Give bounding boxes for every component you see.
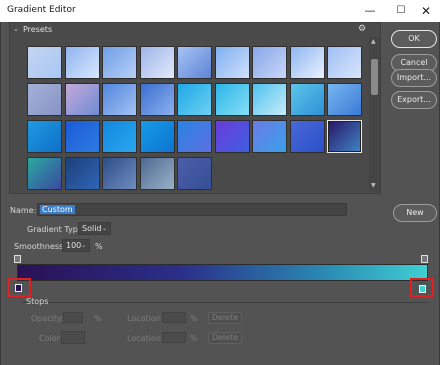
smoothness-field[interactable]: 100 ⌄: [62, 239, 90, 252]
color-swatch-field[interactable]: [61, 331, 85, 344]
presets-panel: ⌄ Presets ⚙ ▲ ▼: [9, 22, 381, 194]
scrollbar-thumb[interactable]: [371, 59, 378, 95]
gradient-preset-swatch[interactable]: [327, 46, 362, 79]
gradient-preset-swatch[interactable]: [102, 46, 137, 79]
gradient-preset-swatch[interactable]: [102, 157, 137, 190]
chevron-down-icon: ⌄: [101, 225, 107, 232]
maximize-icon[interactable]: ☐: [388, 2, 414, 20]
location-field-color[interactable]: [162, 332, 186, 343]
opacity-label: Opacity:: [31, 314, 64, 323]
smoothness-unit: %: [95, 242, 103, 251]
gradient-preset-swatch[interactable]: [102, 83, 137, 116]
color-stop-right[interactable]: [419, 285, 426, 293]
gradient-preset-swatch[interactable]: [139, 120, 175, 153]
gradient-type-select[interactable]: Solid ⌄: [78, 222, 111, 235]
gradient-preset-swatch[interactable]: [102, 120, 137, 153]
gradient-preset-swatch[interactable]: [289, 83, 325, 116]
gradient-preset-swatch[interactable]: [214, 46, 250, 79]
gradient-bar[interactable]: [17, 264, 428, 281]
delete-opacity-stop-button[interactable]: Delete: [208, 312, 242, 324]
gradient-preset-swatch[interactable]: [177, 120, 212, 153]
color-stop-left[interactable]: [15, 284, 22, 292]
gradient-preset-swatch[interactable]: [252, 46, 287, 79]
gradient-preset-swatch[interactable]: [27, 157, 62, 190]
gradient-preset-swatch[interactable]: [27, 83, 62, 116]
chevron-down-icon: ⌄: [80, 242, 86, 249]
opacity-stop-right[interactable]: [421, 255, 428, 263]
smoothness-value: 100: [66, 241, 82, 250]
name-label: Name:: [10, 206, 37, 215]
gradient-preset-swatch[interactable]: [289, 46, 325, 79]
presets-grid: [27, 46, 367, 194]
gradient-preset-swatch[interactable]: [139, 46, 175, 79]
scroll-up-icon[interactable]: ▲: [371, 38, 376, 45]
minimize-icon[interactable]: —: [357, 2, 383, 20]
gradient-preset-swatch[interactable]: [64, 157, 100, 190]
smoothness-label: Smoothness:: [14, 242, 66, 251]
gear-icon[interactable]: ⚙: [358, 24, 366, 34]
gradient-preset-swatch[interactable]: [214, 120, 250, 153]
opacity-field[interactable]: [63, 312, 83, 323]
location-unit-color: %: [190, 334, 198, 343]
gradient-preset-swatch[interactable]: [64, 83, 100, 116]
chevron-down-icon[interactable]: ⌄: [13, 25, 19, 33]
close-icon[interactable]: ✕: [413, 2, 439, 20]
gradient-preset-swatch[interactable]: [64, 120, 100, 153]
gradient-preset-swatch[interactable]: [327, 120, 362, 153]
name-input[interactable]: Custom: [37, 203, 347, 216]
gradient-preset-swatch[interactable]: [289, 120, 325, 153]
presets-header[interactable]: ⌄ Presets ⚙: [10, 23, 380, 37]
gradient-type-label: Gradient Type:: [27, 225, 86, 234]
gradient-preset-swatch[interactable]: [139, 83, 175, 116]
name-input-value: Custom: [40, 205, 75, 214]
gradient-preset-swatch[interactable]: [327, 83, 362, 116]
ok-button[interactable]: OK: [391, 30, 437, 48]
opacity-unit: %: [94, 314, 102, 323]
scroll-down-icon[interactable]: ▼: [371, 182, 376, 189]
gradient-editor-dialog: ⌄ Presets ⚙ ▲ ▼ OK Cancel Import... Expo…: [0, 22, 440, 365]
presets-scrollbar[interactable]: ▲ ▼: [369, 37, 380, 192]
stops-label: Stops: [26, 297, 49, 306]
delete-color-stop-button[interactable]: Delete: [208, 332, 242, 344]
presets-label: Presets: [23, 25, 53, 34]
opacity-stop-left[interactable]: [14, 255, 21, 263]
gradient-preset-swatch[interactable]: [252, 83, 287, 116]
gradient-preset-swatch[interactable]: [177, 46, 212, 79]
location-label-color: Location:: [127, 334, 164, 343]
gradient-type-value: Solid: [82, 224, 102, 233]
gradient-preset-swatch[interactable]: [252, 120, 287, 153]
location-label-opacity: Location:: [127, 314, 164, 323]
gradient-preset-swatch[interactable]: [177, 157, 212, 190]
gradient-preset-swatch[interactable]: [177, 83, 212, 116]
gradient-preset-swatch[interactable]: [64, 46, 100, 79]
gradient-preset-swatch[interactable]: [27, 46, 62, 79]
location-field-opacity[interactable]: [162, 312, 186, 323]
location-unit-opacity: %: [190, 314, 198, 323]
gradient-preset-swatch[interactable]: [139, 157, 175, 190]
title-bar: Gradient Editor — ☐ ✕: [0, 0, 440, 22]
export-button[interactable]: Export...: [391, 91, 437, 109]
new-button[interactable]: New: [393, 204, 437, 222]
window-title: Gradient Editor: [7, 5, 76, 15]
gradient-preset-swatch[interactable]: [27, 120, 62, 153]
color-label: Color:: [39, 334, 63, 343]
gradient-preset-swatch[interactable]: [214, 83, 250, 116]
import-button[interactable]: Import...: [391, 69, 437, 87]
